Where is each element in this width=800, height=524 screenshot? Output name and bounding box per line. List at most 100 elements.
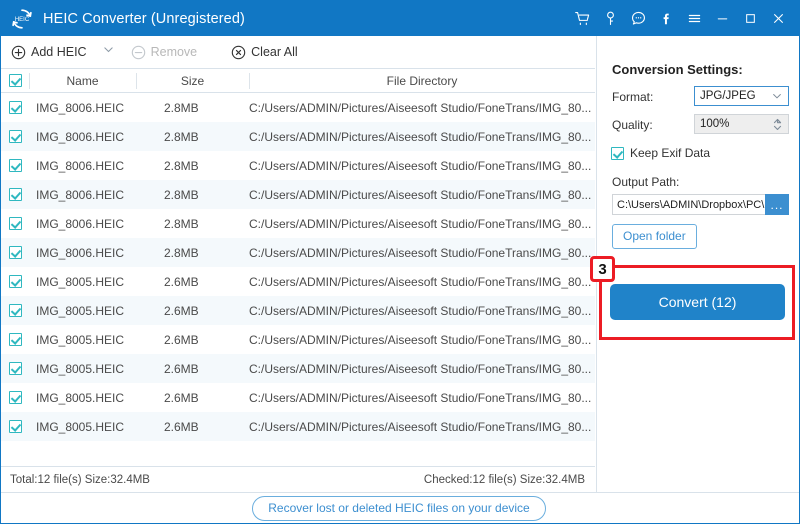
quality-value: 100% bbox=[700, 118, 729, 130]
browse-folder-button[interactable]: ... bbox=[765, 194, 789, 215]
row-checkbox[interactable] bbox=[9, 420, 22, 433]
keep-exif-row[interactable]: Keep Exif Data bbox=[611, 146, 710, 160]
app-logo-icon: HEIC bbox=[10, 7, 34, 31]
row-file-directory: C:/Users/ADMIN/Pictures/Aiseesoft Studio… bbox=[249, 412, 595, 441]
select-all-checkbox[interactable] bbox=[9, 74, 22, 87]
row-file-name: IMG_8006.HEIC bbox=[29, 151, 136, 180]
facebook-icon[interactable] bbox=[652, 1, 680, 36]
row-file-name: IMG_8005.HEIC bbox=[29, 267, 136, 296]
table-row[interactable]: IMG_8006.HEIC2.8MBC:/Users/ADMIN/Picture… bbox=[1, 209, 595, 238]
output-path-label: Output Path: bbox=[612, 175, 679, 189]
maximize-icon[interactable] bbox=[736, 1, 764, 36]
convert-button[interactable]: Convert (12) bbox=[610, 284, 785, 320]
table-row[interactable]: IMG_8005.HEIC2.6MBC:/Users/ADMIN/Picture… bbox=[1, 354, 595, 383]
svg-text:HEIC: HEIC bbox=[15, 17, 30, 23]
row-file-name: IMG_8005.HEIC bbox=[29, 325, 136, 354]
row-checkbox-cell bbox=[1, 209, 29, 238]
row-checkbox[interactable] bbox=[9, 188, 22, 201]
menu-icon[interactable] bbox=[680, 1, 708, 36]
select-all-checkbox-cell bbox=[1, 69, 29, 93]
panel-title: Conversion Settings: bbox=[612, 62, 743, 77]
row-checkbox[interactable] bbox=[9, 391, 22, 404]
row-file-size: 2.6MB bbox=[136, 383, 249, 412]
add-heic-button[interactable]: Add HEIC bbox=[11, 36, 87, 68]
quality-label: Quality: bbox=[612, 118, 653, 132]
key-icon[interactable] bbox=[596, 1, 624, 36]
row-checkbox[interactable] bbox=[9, 275, 22, 288]
column-header-size[interactable]: Size bbox=[136, 69, 249, 93]
spinner-updown-icon[interactable] bbox=[772, 118, 783, 131]
row-file-size: 2.6MB bbox=[136, 412, 249, 441]
row-checkbox-cell bbox=[1, 354, 29, 383]
table-row[interactable]: IMG_8005.HEIC2.6MBC:/Users/ADMIN/Picture… bbox=[1, 325, 595, 354]
cart-icon[interactable] bbox=[568, 1, 596, 36]
row-file-directory: C:/Users/ADMIN/Pictures/Aiseesoft Studio… bbox=[249, 93, 595, 122]
row-file-name: IMG_8006.HEIC bbox=[29, 93, 136, 122]
column-header-directory[interactable]: File Directory bbox=[249, 69, 595, 93]
table-row[interactable]: IMG_8005.HEIC2.6MBC:/Users/ADMIN/Picture… bbox=[1, 267, 595, 296]
quality-stepper[interactable]: 100% bbox=[694, 114, 789, 134]
table-row[interactable]: IMG_8006.HEIC2.8MBC:/Users/ADMIN/Picture… bbox=[1, 122, 595, 151]
table-row[interactable]: IMG_8006.HEIC2.8MBC:/Users/ADMIN/Picture… bbox=[1, 151, 595, 180]
row-file-size: 2.8MB bbox=[136, 151, 249, 180]
plus-circle-icon bbox=[11, 45, 26, 60]
row-file-directory: C:/Users/ADMIN/Pictures/Aiseesoft Studio… bbox=[249, 383, 595, 412]
close-circle-icon bbox=[231, 45, 246, 60]
row-checkbox-cell bbox=[1, 296, 29, 325]
minus-circle-icon bbox=[131, 45, 146, 60]
row-checkbox-cell bbox=[1, 238, 29, 267]
add-heic-dropdown-button[interactable] bbox=[95, 36, 123, 68]
row-file-directory: C:/Users/ADMIN/Pictures/Aiseesoft Studio… bbox=[249, 296, 595, 325]
titlebar-icon-group bbox=[568, 1, 792, 36]
add-heic-label: Add HEIC bbox=[31, 45, 87, 59]
table-header-row: Name Size File Directory bbox=[1, 69, 595, 93]
table-row[interactable]: IMG_8006.HEIC2.8MBC:/Users/ADMIN/Picture… bbox=[1, 180, 595, 209]
chevron-down-icon bbox=[771, 90, 783, 102]
row-checkbox-cell bbox=[1, 93, 29, 122]
status-bar: Total:12 file(s) Size:32.4MB Checked:12 … bbox=[1, 466, 595, 492]
row-file-size: 2.8MB bbox=[136, 122, 249, 151]
row-file-name: IMG_8006.HEIC bbox=[29, 209, 136, 238]
row-file-name: IMG_8005.HEIC bbox=[29, 412, 136, 441]
column-header-name[interactable]: Name bbox=[29, 69, 136, 93]
row-file-directory: C:/Users/ADMIN/Pictures/Aiseesoft Studio… bbox=[249, 354, 595, 383]
keep-exif-checkbox[interactable] bbox=[611, 147, 624, 160]
row-checkbox-cell bbox=[1, 267, 29, 296]
row-file-size: 2.6MB bbox=[136, 296, 249, 325]
table-row[interactable]: IMG_8005.HEIC2.6MBC:/Users/ADMIN/Picture… bbox=[1, 296, 595, 325]
row-checkbox[interactable] bbox=[9, 246, 22, 259]
table-row[interactable]: IMG_8006.HEIC2.8MBC:/Users/ADMIN/Picture… bbox=[1, 93, 595, 122]
row-checkbox[interactable] bbox=[9, 333, 22, 346]
output-path-input[interactable]: C:\Users\ADMIN\Dropbox\PC\ bbox=[612, 194, 765, 215]
row-file-size: 2.6MB bbox=[136, 354, 249, 383]
row-checkbox[interactable] bbox=[9, 159, 22, 172]
row-checkbox[interactable] bbox=[9, 130, 22, 143]
row-checkbox-cell bbox=[1, 383, 29, 412]
format-select[interactable]: JPG/JPEG bbox=[694, 86, 789, 106]
row-file-size: 2.8MB bbox=[136, 93, 249, 122]
conversion-settings-panel: Conversion Settings: Format: JPG/JPEG Qu… bbox=[596, 36, 800, 492]
checked-files-status: Checked:12 file(s) Size:32.4MB bbox=[424, 474, 585, 486]
row-checkbox-cell bbox=[1, 122, 29, 151]
row-file-size: 2.6MB bbox=[136, 267, 249, 296]
minimize-icon[interactable] bbox=[708, 1, 736, 36]
clear-all-button[interactable]: Clear All bbox=[231, 36, 298, 68]
close-icon[interactable] bbox=[764, 1, 792, 36]
row-file-directory: C:/Users/ADMIN/Pictures/Aiseesoft Studio… bbox=[249, 325, 595, 354]
chat-icon[interactable] bbox=[624, 1, 652, 36]
remove-button[interactable]: Remove bbox=[131, 36, 198, 68]
row-checkbox[interactable] bbox=[9, 304, 22, 317]
recover-files-button[interactable]: Recover lost or deleted HEIC files on yo… bbox=[252, 496, 545, 521]
row-checkbox[interactable] bbox=[9, 362, 22, 375]
row-file-name: IMG_8006.HEIC bbox=[29, 122, 136, 151]
open-folder-button[interactable]: Open folder bbox=[612, 224, 697, 249]
row-file-name: IMG_8005.HEIC bbox=[29, 354, 136, 383]
row-file-directory: C:/Users/ADMIN/Pictures/Aiseesoft Studio… bbox=[249, 151, 595, 180]
row-checkbox[interactable] bbox=[9, 101, 22, 114]
format-label: Format: bbox=[612, 90, 653, 104]
row-file-name: IMG_8006.HEIC bbox=[29, 238, 136, 267]
row-checkbox[interactable] bbox=[9, 217, 22, 230]
table-row[interactable]: IMG_8005.HEIC2.6MBC:/Users/ADMIN/Picture… bbox=[1, 412, 595, 441]
table-row[interactable]: IMG_8005.HEIC2.6MBC:/Users/ADMIN/Picture… bbox=[1, 383, 595, 412]
table-row[interactable]: IMG_8006.HEIC2.8MBC:/Users/ADMIN/Picture… bbox=[1, 238, 595, 267]
